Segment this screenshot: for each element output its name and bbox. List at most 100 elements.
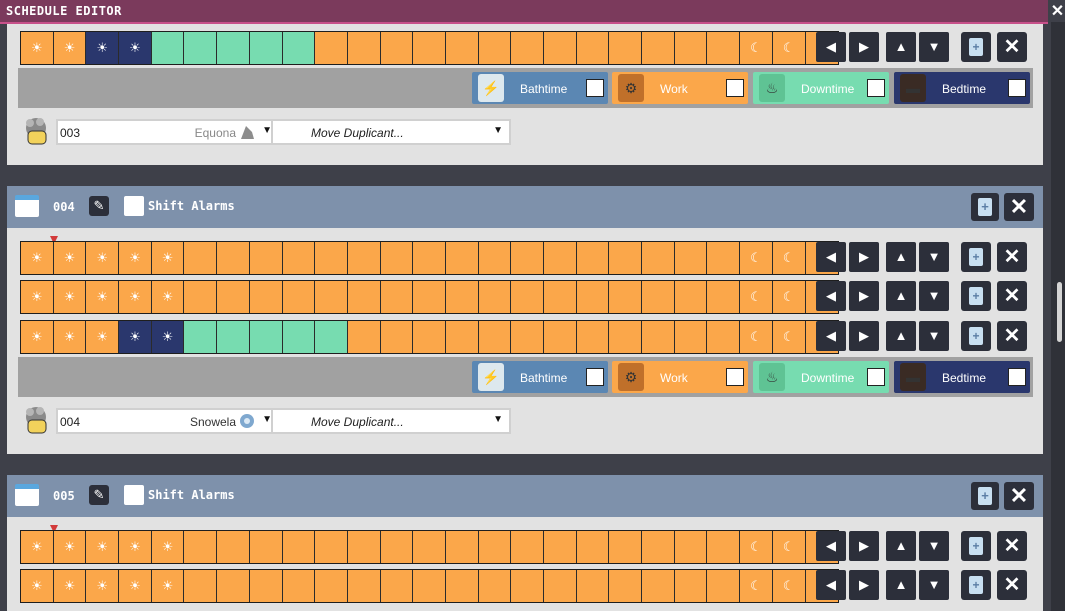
delete-row-button[interactable]: ✕ [997,32,1027,62]
delete-row-button[interactable]: ✕ [997,321,1027,351]
delete-row-button[interactable]: ✕ [997,531,1027,561]
sunrise-icon[interactable]: ☀ [86,281,120,313]
schedule-block[interactable] [707,32,741,64]
schedule-block[interactable] [511,321,544,353]
schedule-block[interactable] [315,32,348,64]
delete-schedule-button[interactable]: ✕ [1004,482,1034,510]
duplicant-select[interactable]: 003 Equona ▼ [56,119,278,145]
work-brush[interactable]: ⚙ Work [612,361,748,393]
sunrise-icon[interactable]: ☀ [21,321,54,353]
schedule-block[interactable] [445,531,479,563]
move-up-button[interactable]: ▲ [886,531,916,561]
schedule-block[interactable] [217,242,250,274]
schedule-block[interactable] [544,321,577,353]
schedule-block[interactable] [413,570,446,602]
schedule-block[interactable] [347,281,381,313]
schedule-block[interactable] [544,32,577,64]
move-up-button[interactable]: ▲ [886,570,916,600]
schedule-block[interactable] [609,242,643,274]
move-up-button[interactable]: ▲ [886,281,916,311]
move-left-button[interactable]: ◀ [816,242,846,272]
sunrise-icon[interactable]: ☀ [151,242,185,274]
schedule-block[interactable] [380,242,414,274]
schedule-block[interactable] [249,321,283,353]
sunrise-icon[interactable]: ☀ [119,32,152,64]
schedule-block[interactable] [445,242,479,274]
schedule-block[interactable] [478,281,512,313]
schedule-block[interactable] [184,321,218,353]
delete-schedule-button[interactable]: ✕ [1004,193,1034,221]
schedule-block[interactable] [707,570,741,602]
schedule-block[interactable] [674,321,708,353]
work-checkbox[interactable] [726,79,744,97]
schedule-block[interactable] [511,32,544,64]
schedule-block[interactable] [413,321,446,353]
schedule-block[interactable] [249,570,283,602]
move-down-button[interactable]: ▼ [919,32,949,62]
schedule-block[interactable] [380,32,414,64]
moon-icon[interactable]: ☾ [740,242,773,274]
schedule-block[interactable] [315,570,348,602]
schedule-block[interactable] [315,531,348,563]
move-left-button[interactable]: ◀ [816,321,846,351]
delete-row-button[interactable]: ✕ [997,570,1027,600]
schedule-block[interactable] [380,570,414,602]
moon-icon[interactable]: ☾ [772,570,806,602]
shift-alarms-checkbox[interactable] [124,196,144,216]
schedule-block[interactable] [642,242,675,274]
schedule-block[interactable] [184,281,218,313]
sunrise-icon[interactable]: ☀ [53,242,87,274]
schedule-block[interactable] [380,531,414,563]
schedule-block[interactable] [217,281,250,313]
schedule-block[interactable] [707,242,741,274]
sunrise-icon[interactable]: ☀ [119,242,152,274]
move-left-button[interactable]: ◀ [816,281,846,311]
moon-icon[interactable]: ☾ [772,321,806,353]
move-duplicant-select[interactable]: Move Duplicant... ▼ [271,408,511,434]
bedtime-brush[interactable]: ▬ Bedtime [894,361,1030,393]
sunrise-icon[interactable]: ☀ [21,242,54,274]
schedule-block[interactable] [315,281,348,313]
downtime-checkbox[interactable] [867,368,885,386]
schedule-block[interactable] [478,531,512,563]
sunrise-icon[interactable]: ☀ [53,570,87,602]
duplicate-row-button[interactable]: + [961,570,991,600]
sunrise-icon[interactable]: ☀ [119,570,152,602]
move-right-button[interactable]: ▶ [849,242,879,272]
sunrise-icon[interactable]: ☀ [151,281,185,313]
schedule-block[interactable] [249,281,283,313]
schedule-block[interactable] [217,570,250,602]
schedule-block[interactable] [282,531,316,563]
move-down-button[interactable]: ▼ [919,570,949,600]
schedule-block[interactable] [347,32,381,64]
duplicate-row-button[interactable]: + [961,281,991,311]
schedule-block[interactable] [249,242,283,274]
close-icon[interactable]: ✕ [1050,4,1065,20]
sunrise-icon[interactable]: ☀ [21,570,54,602]
schedule-block[interactable] [282,570,316,602]
edit-name-button[interactable]: ✎ [89,196,109,216]
schedule-block[interactable] [217,321,250,353]
schedule-block[interactable] [347,570,381,602]
move-up-button[interactable]: ▲ [886,242,916,272]
duplicate-schedule-button[interactable]: + [971,482,999,510]
move-up-button[interactable]: ▲ [886,32,916,62]
scrollbar-thumb[interactable] [1057,282,1062,342]
schedule-block[interactable] [249,531,283,563]
schedule-block[interactable] [184,242,218,274]
move-right-button[interactable]: ▶ [849,32,879,62]
duplicate-row-button[interactable]: + [961,32,991,62]
schedule-block[interactable] [217,531,250,563]
schedule-block[interactable] [544,570,577,602]
schedule-block[interactable] [674,242,708,274]
schedule-block[interactable] [347,321,381,353]
sunrise-icon[interactable]: ☀ [86,242,120,274]
schedule-block[interactable] [413,531,446,563]
schedule-block[interactable] [576,281,610,313]
schedule-block[interactable] [674,281,708,313]
schedule-block[interactable] [609,531,643,563]
schedule-block[interactable] [511,242,544,274]
bathtime-checkbox[interactable] [586,368,604,386]
schedule-block[interactable] [445,281,479,313]
schedule-block[interactable] [576,32,610,64]
